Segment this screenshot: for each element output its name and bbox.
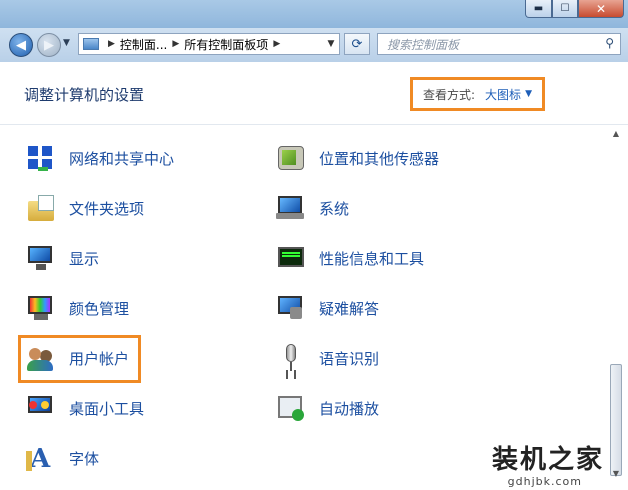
view-by-value[interactable]: 大图标 xyxy=(485,86,521,103)
highlight-box xyxy=(18,335,141,383)
content-area: 调整计算机的设置 查看方式: 大图标 ▼ 网络和共享中心 文件夹选项 显示 颜色… xyxy=(0,62,628,490)
item-label: 网络和共享中心 xyxy=(69,149,175,168)
item-label: 疑难解答 xyxy=(319,299,380,318)
breadcrumb-arrow-icon[interactable]: ▶ xyxy=(172,39,179,49)
close-button[interactable]: ✕ xyxy=(578,0,624,18)
item-label: 自动播放 xyxy=(319,399,380,418)
scroll-down-icon[interactable]: ▼ xyxy=(608,466,624,482)
search-input[interactable]: 搜索控制面板 ⚲ xyxy=(377,33,621,55)
search-icon[interactable]: ⚲ xyxy=(605,36,614,50)
item-label: 显示 xyxy=(69,249,100,268)
title-bar: ▬ ☐ ✕ xyxy=(0,0,628,28)
item-color-management[interactable]: 颜色管理 xyxy=(26,289,129,327)
item-label: 性能信息和工具 xyxy=(319,249,425,268)
control-panel-icon xyxy=(83,38,99,50)
fonts-icon xyxy=(26,443,56,474)
breadcrumb-all-items[interactable]: 所有控制面板项 xyxy=(184,36,268,53)
desktop-gadgets-icon xyxy=(26,393,56,423)
item-desktop-gadgets[interactable]: 桌面小工具 xyxy=(26,389,144,427)
page-title: 调整计算机的设置 xyxy=(24,86,145,104)
item-fonts[interactable]: 字体 xyxy=(26,439,99,477)
refresh-button[interactable]: ⟳ xyxy=(344,33,370,55)
color-management-icon xyxy=(26,293,56,323)
item-label: 语音识别 xyxy=(319,349,380,368)
item-speech-recognition[interactable]: 语音识别 xyxy=(276,339,379,377)
speech-recognition-icon xyxy=(276,343,306,373)
location-sensors-icon xyxy=(276,143,306,173)
item-label: 位置和其他传感器 xyxy=(319,149,440,168)
recent-pages-dropdown[interactable]: ▼ xyxy=(63,38,70,48)
autoplay-icon xyxy=(276,393,306,423)
folder-options-icon xyxy=(26,193,56,223)
performance-icon xyxy=(276,243,306,273)
content-header: 调整计算机的设置 查看方式: 大图标 ▼ xyxy=(0,62,628,125)
item-display[interactable]: 显示 xyxy=(26,239,99,277)
breadcrumb-arrow-icon[interactable]: ▶ xyxy=(108,39,115,49)
display-icon xyxy=(26,243,56,273)
address-dropdown-icon[interactable]: ▼ xyxy=(323,39,339,49)
item-system[interactable]: 系统 xyxy=(276,189,349,227)
watermark-url: gdhjbk.com xyxy=(507,475,582,488)
minimize-button[interactable]: ▬ xyxy=(525,0,552,18)
item-folder-options[interactable]: 文件夹选项 xyxy=(26,189,144,227)
item-label: 颜色管理 xyxy=(69,299,130,318)
item-location-sensors[interactable]: 位置和其他传感器 xyxy=(276,139,439,177)
watermark-text: 装机之家 xyxy=(491,445,604,475)
view-by-label: 查看方式: xyxy=(423,87,476,102)
window-controls: ▬ ☐ ✕ xyxy=(525,0,624,20)
breadcrumb-arrow-icon[interactable]: ▶ xyxy=(273,39,280,49)
scroll-up-icon[interactable]: ▲ xyxy=(608,126,624,142)
breadcrumb-control-panel[interactable]: 控制面... xyxy=(120,36,167,53)
item-network-sharing-center[interactable]: 网络和共享中心 xyxy=(26,139,174,177)
item-label: 文件夹选项 xyxy=(69,199,145,218)
view-by-selector[interactable]: 查看方式: 大图标 ▼ xyxy=(410,77,545,111)
scroll-thumb[interactable] xyxy=(610,364,622,476)
network-icon xyxy=(26,143,56,173)
back-button[interactable]: ◀ xyxy=(9,33,33,57)
item-label: 系统 xyxy=(319,199,350,218)
maximize-button[interactable]: ☐ xyxy=(552,0,578,18)
troubleshooting-icon xyxy=(276,293,306,323)
item-label: 桌面小工具 xyxy=(69,399,145,418)
item-troubleshooting[interactable]: 疑难解答 xyxy=(276,289,379,327)
item-label: 字体 xyxy=(69,449,100,468)
search-placeholder: 搜索控制面板 xyxy=(387,37,460,52)
address-bar[interactable]: ▶ 控制面... ▶ 所有控制面板项 ▶ ▼ xyxy=(78,33,340,55)
vertical-scrollbar[interactable]: ▲ ▼ xyxy=(608,124,624,490)
navigation-bar: ◀ ▶ ▼ ▶ 控制面... ▶ 所有控制面板项 ▶ ▼ ⟳ 搜索控制面板 ⚲ xyxy=(0,28,628,62)
item-autoplay[interactable]: 自动播放 xyxy=(276,389,379,427)
chevron-down-icon[interactable]: ▼ xyxy=(525,89,532,99)
system-icon xyxy=(276,193,306,223)
forward-button[interactable]: ▶ xyxy=(37,33,61,57)
item-performance-tools[interactable]: 性能信息和工具 xyxy=(276,239,424,277)
